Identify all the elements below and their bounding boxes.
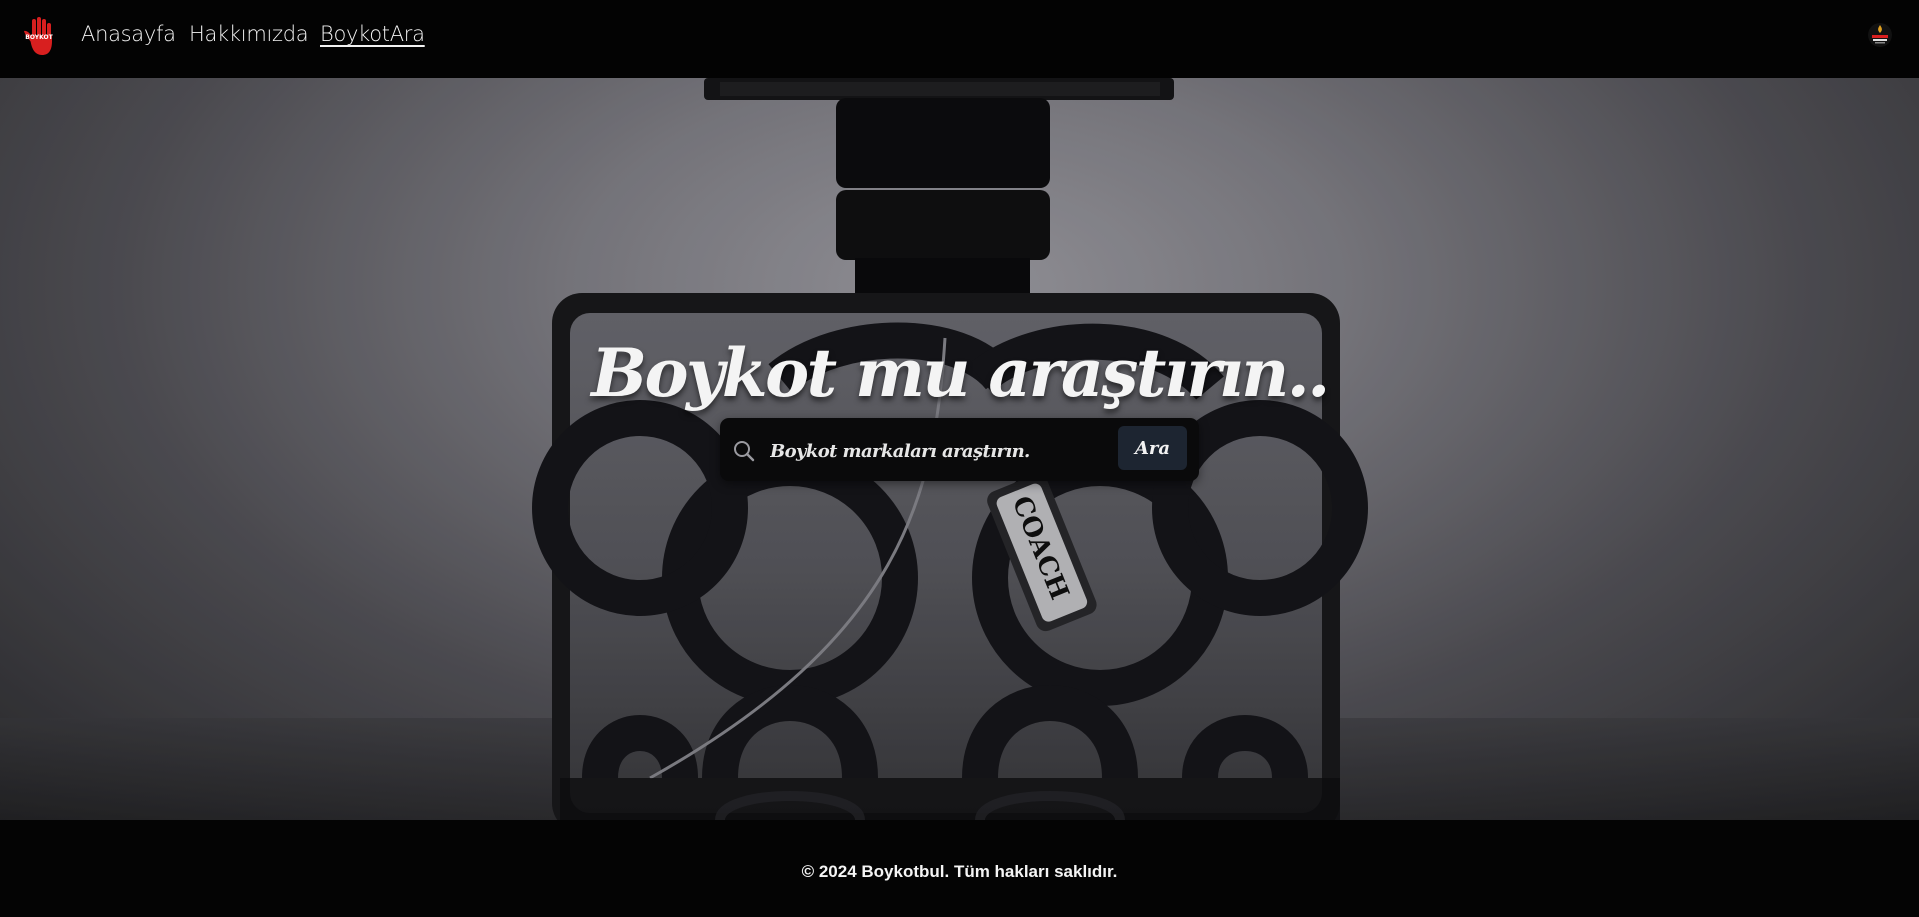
search-button[interactable]: Ara	[1118, 426, 1187, 470]
boykot-logo-icon[interactable]: BOYKOT	[20, 17, 58, 57]
boykot-badge-icon[interactable]	[1867, 22, 1893, 48]
logo-text: BOYKOT	[25, 34, 53, 41]
footer-copyright: © 2024 Boykotbul. Tüm hakları saklıdır.	[801, 862, 1118, 881]
nav-link-boykotara[interactable]: BoykotAra	[320, 22, 425, 46]
hero-title: Boykot mu araştırın..	[591, 334, 1330, 413]
nav-link-anasayfa[interactable]: Anasayfa	[81, 22, 176, 46]
footer: © 2024 Boykotbul. Tüm hakları saklıdır.	[0, 820, 1919, 917]
search-icon	[734, 441, 755, 462]
hero-section: COACH Boykot mu araştırın.. Ara	[0, 78, 1919, 820]
page: BOYKOT Anasayfa Hakkımızda BoykotAra COA…	[0, 0, 1919, 917]
navbar: BOYKOT Anasayfa Hakkımızda BoykotAra	[0, 0, 1919, 78]
search-input[interactable]	[768, 432, 1112, 470]
nav-link-hakkimizda[interactable]: Hakkımızda	[189, 22, 309, 46]
search-bar: Ara	[720, 418, 1199, 481]
